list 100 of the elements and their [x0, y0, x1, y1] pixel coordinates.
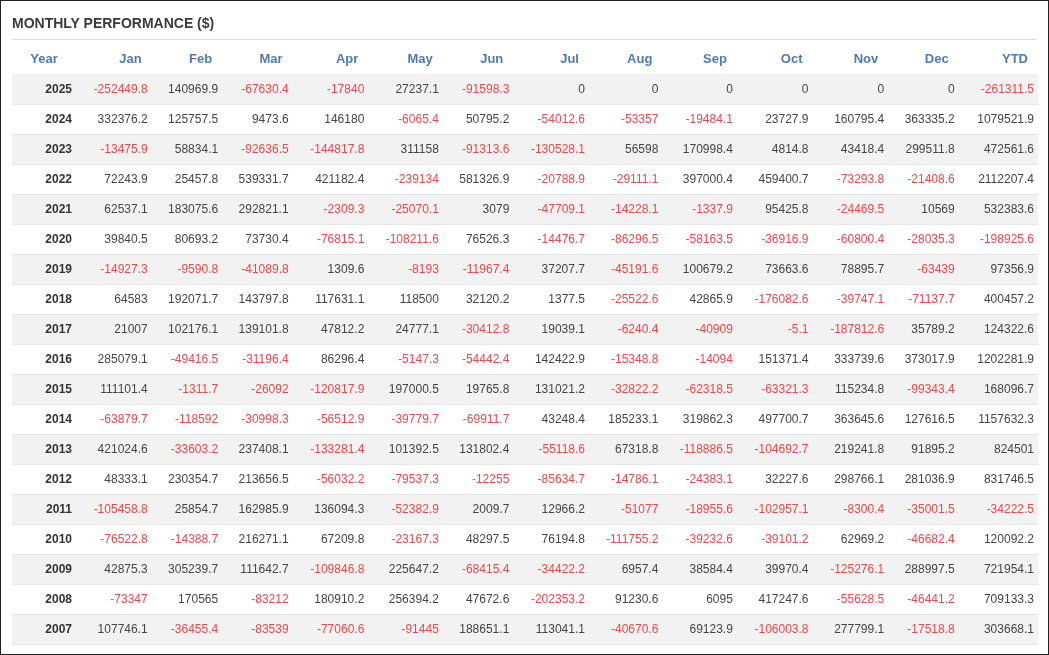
value-cell: 0	[736, 74, 813, 104]
value-cell: 197000.5	[368, 374, 443, 404]
value-cell: 237408.1	[222, 434, 293, 464]
value-cell: -30998.3	[222, 404, 293, 434]
value-cell: 219241.8	[812, 434, 889, 464]
value-cell: 281036.9	[888, 464, 959, 494]
value-cell: -47709.1	[513, 194, 589, 224]
value-cell: 581326.9	[442, 164, 514, 194]
value-cell: -46682.4	[888, 524, 959, 554]
value-cell: -55628.5	[812, 584, 889, 614]
value-cell: -1311.7	[151, 374, 223, 404]
value-cell: -11967.4	[442, 254, 514, 284]
year-cell: 2022	[12, 164, 76, 194]
value-cell: 131802.4	[442, 434, 514, 464]
value-cell: 213656.5	[222, 464, 293, 494]
value-cell: -34222.5	[958, 494, 1038, 524]
value-cell: 43248.4	[513, 404, 589, 434]
value-cell: -54012.6	[513, 104, 589, 134]
value-cell: -105458.8	[76, 494, 152, 524]
value-cell: -63879.7	[76, 404, 152, 434]
value-cell: 115234.8	[812, 374, 889, 404]
year-cell: 2016	[12, 344, 76, 374]
value-cell: 56598	[589, 134, 663, 164]
value-cell: -40670.6	[589, 614, 663, 644]
value-cell: -106003.8	[736, 614, 813, 644]
value-cell: 136094.3	[292, 494, 369, 524]
value-cell: 139101.8	[222, 314, 293, 344]
value-cell: 48333.1	[76, 464, 152, 494]
value-cell: 42875.3	[76, 554, 152, 584]
value-cell: 397000.4	[662, 164, 737, 194]
value-cell: 72243.9	[76, 164, 152, 194]
value-cell: -34422.2	[513, 554, 589, 584]
column-header: Jun	[442, 44, 514, 74]
value-cell: 58834.1	[151, 134, 223, 164]
value-cell: -104692.7	[736, 434, 813, 464]
value-cell: 192071.7	[151, 284, 223, 314]
value-cell: 400457.2	[958, 284, 1038, 314]
value-cell: -176082.6	[736, 284, 813, 314]
value-cell: 168096.7	[958, 374, 1038, 404]
value-cell: -91445	[368, 614, 443, 644]
value-cell: -51077	[589, 494, 663, 524]
value-cell: 4814.8	[736, 134, 813, 164]
value-cell: 709133.3	[958, 584, 1038, 614]
value-cell: -198925.6	[958, 224, 1038, 254]
value-cell: 47672.6	[442, 584, 514, 614]
value-cell: -118592	[151, 404, 223, 434]
value-cell: -69911.7	[442, 404, 514, 434]
column-header: May	[368, 44, 443, 74]
value-cell: -15348.8	[589, 344, 663, 374]
value-cell: 160795.4	[812, 104, 889, 134]
column-header: Feb	[151, 44, 223, 74]
value-cell: -239134	[368, 164, 443, 194]
value-cell: -85634.7	[513, 464, 589, 494]
value-cell: -8300.4	[812, 494, 889, 524]
value-cell: 76526.3	[442, 224, 514, 254]
value-cell: 62969.2	[812, 524, 889, 554]
value-cell: 24777.1	[368, 314, 443, 344]
value-cell: -33603.2	[151, 434, 223, 464]
value-cell: 497700.7	[736, 404, 813, 434]
value-cell: 12966.2	[513, 494, 589, 524]
value-cell: -35001.5	[888, 494, 959, 524]
value-cell: 143797.8	[222, 284, 293, 314]
year-cell: 2024	[12, 104, 76, 134]
value-cell: -83212	[222, 584, 293, 614]
value-cell: 183075.6	[151, 194, 223, 224]
value-cell: 225647.2	[368, 554, 443, 584]
year-cell: 2014	[12, 404, 76, 434]
year-cell: 2015	[12, 374, 76, 404]
year-cell: 2020	[12, 224, 76, 254]
year-cell: 2021	[12, 194, 76, 224]
value-cell: -30412.8	[442, 314, 514, 344]
value-cell: -32822.2	[589, 374, 663, 404]
value-cell: -73293.8	[812, 164, 889, 194]
value-cell: 27237.1	[368, 74, 443, 104]
value-cell: 131021.2	[513, 374, 589, 404]
value-cell: -53357	[589, 104, 663, 134]
value-cell: -1337.9	[662, 194, 737, 224]
value-cell: -108211.6	[368, 224, 443, 254]
value-cell: 107746.1	[76, 614, 152, 644]
value-cell: 303668.1	[958, 614, 1038, 644]
value-cell: 23727.9	[736, 104, 813, 134]
value-cell: 43418.4	[812, 134, 889, 164]
value-cell: -62318.5	[662, 374, 737, 404]
value-cell: -18955.6	[662, 494, 737, 524]
value-cell: 363335.2	[888, 104, 959, 134]
section-title: MONTHLY PERFORMANCE ($)	[12, 13, 1037, 40]
value-cell: -111755.2	[589, 524, 663, 554]
value-cell: -14388.7	[151, 524, 223, 554]
value-cell: 6957.4	[589, 554, 663, 584]
value-cell: 170565	[151, 584, 223, 614]
value-cell: 1157632.3	[958, 404, 1038, 434]
value-cell: -52382.9	[368, 494, 443, 524]
value-cell: -56512.9	[292, 404, 369, 434]
value-cell: -63439	[888, 254, 959, 284]
value-cell: 305239.7	[151, 554, 223, 584]
value-cell: 0	[662, 74, 737, 104]
value-cell: 50795.2	[442, 104, 514, 134]
value-cell: -58163.5	[662, 224, 737, 254]
value-cell: 216271.1	[222, 524, 293, 554]
value-cell: 151371.4	[736, 344, 813, 374]
